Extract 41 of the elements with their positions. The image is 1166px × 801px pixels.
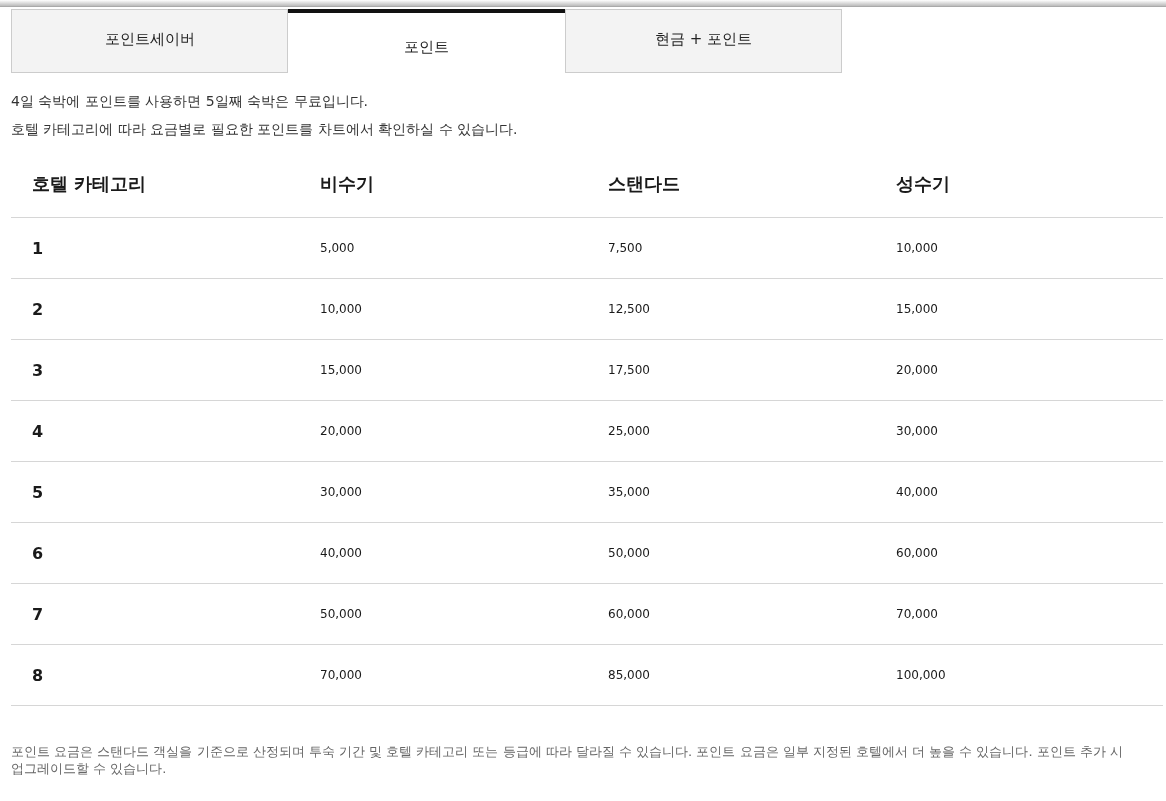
- table-cell-text: 100,000: [895, 668, 947, 682]
- table-cell-text: 7,500: [607, 241, 644, 255]
- table-cell-text: 70,000: [895, 607, 939, 621]
- table-cell-text: 50,000: [319, 607, 363, 621]
- table-cell-text: 30,000: [319, 485, 363, 499]
- table-cell-text: 7: [31, 604, 45, 624]
- tab[interactable]: 현금 + 포인트: [565, 9, 842, 73]
- table-cell-text: 5: [31, 482, 45, 502]
- intro-text: 호텔 카테고리에 따라 요금별로 필요한 포인트를 차트에서 확인하실 수 있습니다.: [11, 120, 519, 139]
- table-cell-text: 60,000: [607, 607, 651, 621]
- table-cell-text: 20,000: [319, 424, 363, 438]
- column-header: 스탠다드: [607, 172, 681, 196]
- table-cell-text: 1: [31, 238, 45, 258]
- column-header: 비수기: [319, 172, 375, 196]
- table-cell-text: 60,000: [895, 546, 939, 560]
- table-cell-text: 15,000: [895, 302, 939, 316]
- table-cell-text: 25,000: [607, 424, 651, 438]
- table-cell-text: 10,000: [319, 302, 363, 316]
- table-cell-text: 35,000: [607, 485, 651, 499]
- table-cell-text: 40,000: [319, 546, 363, 560]
- table-cell-text: 17,500: [607, 363, 651, 377]
- table-cell-text: 20,000: [895, 363, 939, 377]
- table-cell-text: 70,000: [319, 668, 363, 682]
- table-cell-text: 5,000: [319, 241, 356, 255]
- table-cell-text: 2: [31, 299, 45, 319]
- table-cell-text: 50,000: [607, 546, 651, 560]
- footnote-text: 포인트 요금은 스탠다드 객실을 기준으로 산정되며 투숙 기간 및 호텔 카테고리 또는 등급에 따라 달라질 수 있습니다. 포인트 요금은 일부 지정된 호텔에서 더 높을 수 있습니다. 포인트 추가 시 업그레이드할 수 있습니다.: [11, 743, 1123, 777]
- column-header: 호텔 카테고리: [31, 172, 148, 196]
- table-cell-text: 3: [31, 360, 45, 380]
- table-cell-text: 10,000: [895, 241, 939, 255]
- table-cell-text: 85,000: [607, 668, 651, 682]
- table-cell-text: 8: [31, 665, 45, 685]
- table-cell-text: 12,500: [607, 302, 651, 316]
- table-cell-text: 4: [31, 421, 45, 441]
- table-cell-text: 40,000: [895, 485, 939, 499]
- column-header: 성수기: [895, 172, 951, 196]
- table-cell-text: 15,000: [319, 363, 363, 377]
- intro-text: 4일 숙박에 포인트를 사용하면 5일째 숙박은 무료입니다.: [11, 92, 369, 111]
- table-cell-text: 6: [31, 543, 45, 563]
- table-cell-text: 30,000: [895, 424, 939, 438]
- tab[interactable]: 포인트세이버: [11, 9, 288, 73]
